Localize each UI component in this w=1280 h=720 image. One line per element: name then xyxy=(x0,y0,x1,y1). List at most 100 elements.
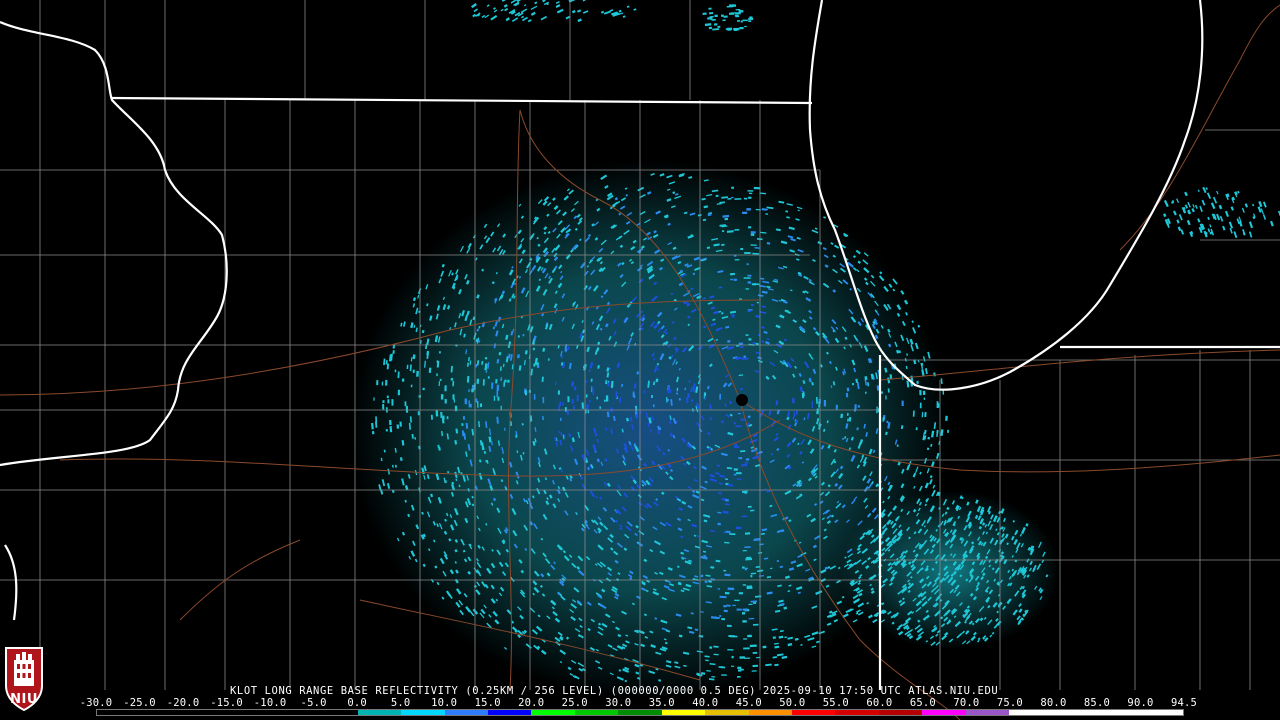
radar-echo xyxy=(728,634,735,638)
radar-echo xyxy=(734,14,739,17)
radar-echo xyxy=(475,398,478,403)
radar-echo xyxy=(823,400,826,407)
radar-echo xyxy=(735,445,739,448)
radar-echo xyxy=(438,381,441,387)
radar-echo xyxy=(500,377,503,382)
radar-echo xyxy=(523,4,527,7)
radar-echo xyxy=(453,399,455,403)
radar-echo xyxy=(749,644,757,648)
radar-echo xyxy=(741,612,746,615)
niu-logo-text: NIU xyxy=(10,692,38,707)
radar-echo xyxy=(568,0,576,3)
radar-echo xyxy=(747,281,752,284)
radar-echo xyxy=(738,592,743,595)
radar-echo xyxy=(736,608,742,611)
radar-echo xyxy=(382,404,385,410)
scale-tick-label: 30.0 xyxy=(605,697,632,709)
scale-color-segment xyxy=(574,710,619,715)
radar-echo xyxy=(430,414,433,420)
radar-echo xyxy=(565,15,571,20)
radar-echo xyxy=(818,401,820,408)
radar-echo xyxy=(923,397,926,400)
scale-color-segment xyxy=(401,710,445,715)
radar-echo xyxy=(743,638,747,640)
radar-echo xyxy=(747,274,752,277)
radar-echo xyxy=(742,584,746,586)
radar-echo xyxy=(507,379,510,383)
radar-echo xyxy=(731,196,734,199)
radar-echo xyxy=(811,401,813,409)
radar-echo xyxy=(619,397,622,403)
scale-tick-label: 20.0 xyxy=(518,697,545,709)
radar-echo xyxy=(750,575,753,578)
radar-echo xyxy=(727,28,732,31)
radar-echo xyxy=(687,393,690,399)
radar-echo xyxy=(503,381,506,387)
radar-echo xyxy=(715,194,719,197)
scale-tick-label: 40.0 xyxy=(692,697,719,709)
radar-echo xyxy=(650,395,653,399)
radar-echo xyxy=(501,0,507,2)
radar-echo xyxy=(714,23,718,26)
scale-color-segment xyxy=(1052,710,1097,715)
radar-echo xyxy=(740,20,743,23)
radar-echo xyxy=(554,381,557,386)
radar-echo xyxy=(566,410,570,415)
radar-echo xyxy=(1248,221,1254,229)
scale-color-segment xyxy=(661,710,706,715)
radar-echo xyxy=(496,390,499,398)
radar-echo xyxy=(399,421,402,427)
radar-echo xyxy=(577,9,582,13)
radar-echo xyxy=(666,397,668,403)
radar-echo xyxy=(747,505,752,508)
radar-echo xyxy=(534,1,538,5)
radar-echo xyxy=(446,416,449,420)
radar-echo xyxy=(1230,206,1234,211)
scale-tick-label: 94.5 xyxy=(1170,697,1198,709)
radar-echo xyxy=(618,9,622,13)
radar-echo xyxy=(743,647,750,650)
radar-echo xyxy=(505,17,510,22)
radar-echo xyxy=(753,186,761,190)
radar-echo xyxy=(748,192,753,195)
radar-echo xyxy=(927,436,931,440)
scale-color-segment xyxy=(227,710,271,715)
radar-echo xyxy=(729,4,735,7)
radar-echo xyxy=(721,230,725,233)
radar-echo xyxy=(945,415,948,421)
radar-echo xyxy=(733,473,737,476)
radar-echo xyxy=(504,7,509,12)
radar-echo xyxy=(381,381,384,386)
radar-echo xyxy=(742,620,747,623)
scale-tick-label: 25.0 xyxy=(561,697,588,709)
radar-echo xyxy=(740,346,744,349)
radar-echo xyxy=(718,666,724,669)
radar-echo xyxy=(1192,204,1195,208)
radar-echo xyxy=(745,557,752,561)
scale-tick-label: 55.0 xyxy=(822,697,849,709)
scale-tick-label: -25.0 xyxy=(123,697,156,709)
radar-echo xyxy=(733,468,738,471)
radar-echo xyxy=(576,394,579,402)
radar-echo xyxy=(1270,220,1274,227)
scale-tick-labels: -30.0 -25.0 -20.0 -15.0 -10.0 -5.0 0.0 5.0 10.0 1… xyxy=(80,697,1197,709)
radar-echo xyxy=(486,4,490,7)
radar-echo xyxy=(414,437,417,440)
radar-echo xyxy=(1222,225,1226,231)
radar-echo xyxy=(585,394,588,398)
radar-echo xyxy=(1248,231,1253,238)
radar-echo xyxy=(1237,190,1240,194)
radar-echo xyxy=(708,7,712,10)
radar-echo xyxy=(1209,224,1212,228)
radar-echo xyxy=(742,566,745,569)
radar-echo xyxy=(376,380,379,386)
radar-echo xyxy=(1219,215,1224,222)
radar-echo xyxy=(709,12,714,15)
radar-echo xyxy=(676,390,679,394)
radar-echo xyxy=(511,17,519,22)
radar-echo xyxy=(600,10,605,14)
scale-color-segment xyxy=(965,710,1010,715)
radar-echo xyxy=(1216,190,1219,195)
radar-echo xyxy=(385,379,388,386)
radar-echo xyxy=(618,12,624,15)
